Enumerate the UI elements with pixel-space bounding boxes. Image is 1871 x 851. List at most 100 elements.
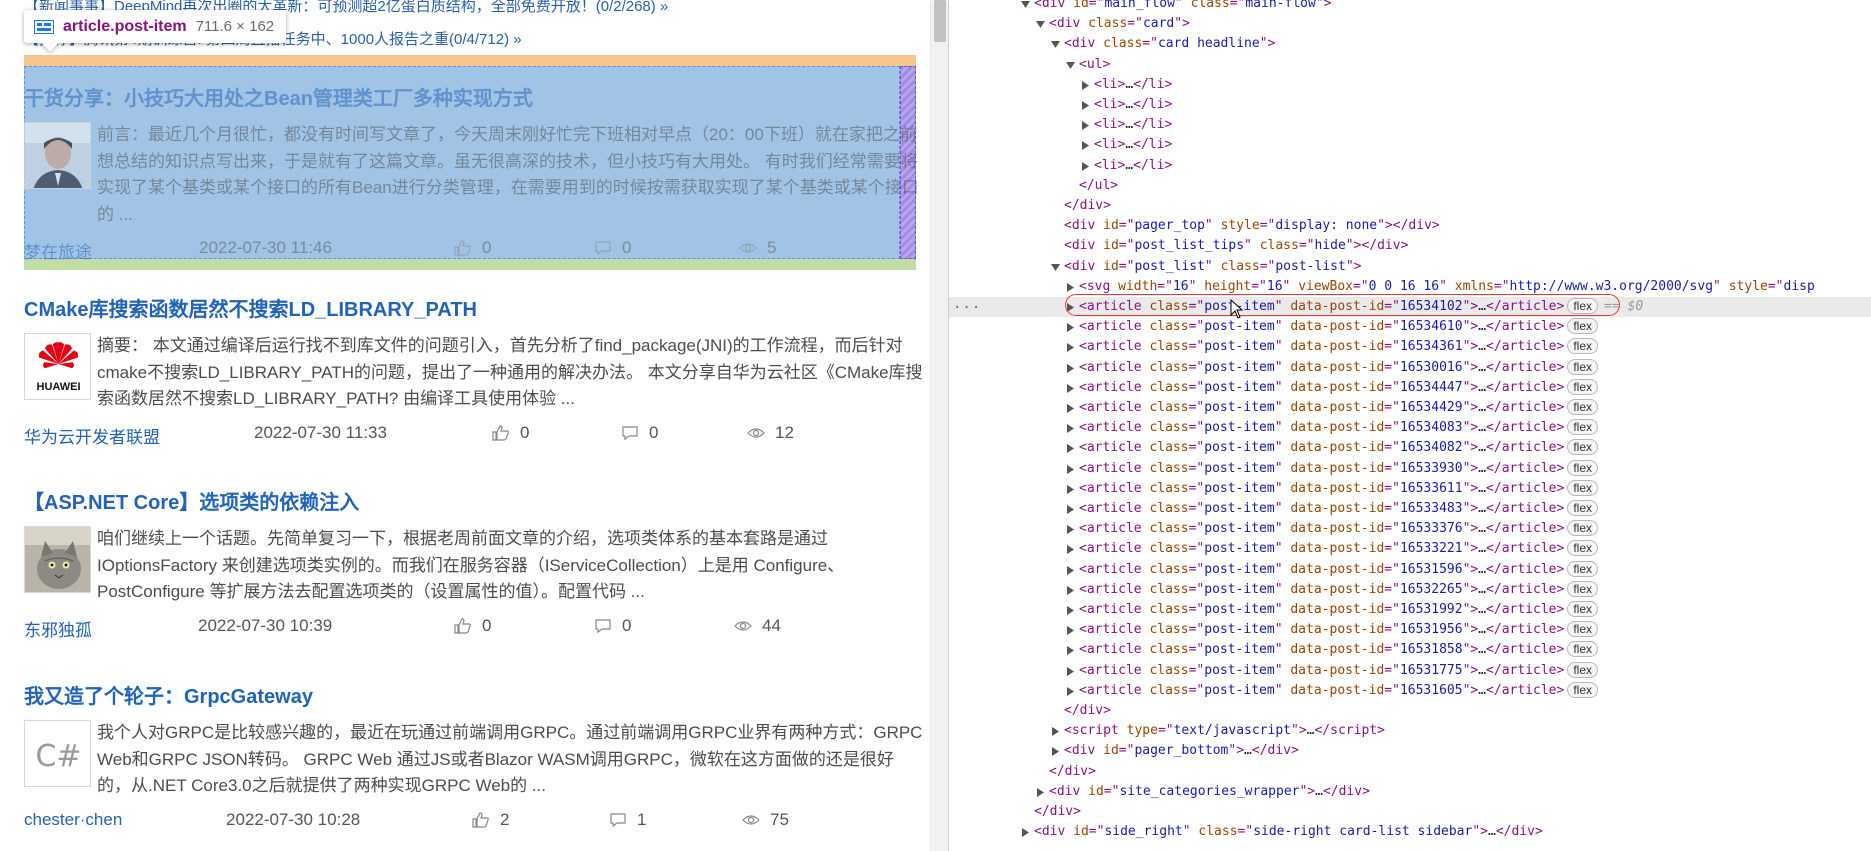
collapsed-triangle-icon[interactable] xyxy=(1066,686,1075,696)
collapsed-triangle-icon[interactable] xyxy=(1066,626,1075,636)
dom-node-line[interactable]: <div id="site_categories_wrapper">…</div… xyxy=(949,782,1871,802)
dom-node-line[interactable]: </div> xyxy=(949,802,1871,822)
dom-node-article[interactable]: <article class="post-item" data-post-id=… xyxy=(949,560,1871,580)
post-title[interactable]: 干货分享：小技巧大用处之Bean管理类工厂多种实现方式 xyxy=(24,86,924,112)
like-count[interactable]: 2 xyxy=(472,810,509,830)
dom-node-line[interactable]: <script type="text/javascript">…</script… xyxy=(949,721,1871,741)
dom-node-line[interactable]: <li>…</li> xyxy=(949,156,1871,176)
expanded-triangle-icon[interactable] xyxy=(1051,40,1060,49)
dom-node-article[interactable]: <article class="post-item" data-post-id=… xyxy=(949,378,1871,398)
dom-node-article[interactable]: <article class="post-item" data-post-id=… xyxy=(949,499,1871,519)
dom-node-article[interactable]: <article class="post-item" data-post-id=… xyxy=(949,539,1871,559)
flex-badge[interactable]: flex xyxy=(1567,439,1599,456)
flex-badge[interactable]: flex xyxy=(1567,520,1599,537)
post-author[interactable]: chester·chen xyxy=(24,810,122,830)
dom-node-article[interactable]: <article class="post-item" data-post-id=… xyxy=(949,519,1871,539)
collapsed-triangle-icon[interactable] xyxy=(1066,606,1075,615)
post-title[interactable]: 【ASP.NET Core】选项类的依赖注入 xyxy=(24,490,924,516)
flex-badge[interactable]: flex xyxy=(1567,399,1599,415)
collapsed-triangle-icon[interactable] xyxy=(1066,484,1075,494)
person-photo-icon[interactable] xyxy=(24,122,91,189)
dom-node-article[interactable]: <article class="post-item" data-post-id=… xyxy=(949,438,1871,458)
dom-node-line[interactable]: <div class="card headline"> xyxy=(949,34,1871,54)
comment-count[interactable]: 0 xyxy=(621,423,658,443)
collapsed-triangle-icon[interactable] xyxy=(1066,383,1075,393)
collapsed-triangle-icon[interactable] xyxy=(1066,464,1075,474)
collapsed-triangle-icon[interactable] xyxy=(1021,828,1030,838)
collapsed-triangle-icon[interactable] xyxy=(1036,787,1045,797)
expanded-triangle-icon[interactable] xyxy=(1051,263,1060,272)
dom-node-line[interactable]: <div id="post_list_tips" class="hide"></… xyxy=(949,236,1871,256)
collapsed-triangle-icon[interactable] xyxy=(1066,666,1075,676)
dom-node-line[interactable]: </div> xyxy=(949,701,1871,721)
flex-badge[interactable]: flex xyxy=(1567,459,1599,476)
post-author[interactable]: 东邪独孤 xyxy=(24,616,92,641)
dom-node-article[interactable]: <article class="post-item" data-post-id=… xyxy=(949,398,1871,418)
flex-badge[interactable]: flex xyxy=(1567,661,1599,678)
dom-node-article[interactable]: <article class="post-item" data-post-id=… xyxy=(949,600,1871,620)
dom-node-line[interactable]: <li>…</li> xyxy=(949,75,1871,95)
collapsed-triangle-icon[interactable] xyxy=(1066,565,1075,575)
like-count[interactable]: 0 xyxy=(454,238,491,258)
flex-badge[interactable]: flex xyxy=(1567,479,1599,496)
dom-node-line[interactable]: <div id="side_right" class="side-right c… xyxy=(949,822,1871,842)
flex-badge[interactable]: flex xyxy=(1567,641,1599,658)
collapsed-triangle-icon[interactable] xyxy=(1066,545,1075,555)
dom-node-article[interactable]: <article class="post-item" data-post-id=… xyxy=(949,358,1871,378)
flex-badge[interactable]: flex xyxy=(1567,358,1599,375)
dom-node-line[interactable]: <li>…</li> xyxy=(949,115,1871,135)
collapsed-triangle-icon[interactable] xyxy=(1081,121,1090,131)
flex-badge[interactable]: flex xyxy=(1567,681,1599,698)
collapsed-triangle-icon[interactable] xyxy=(1066,282,1075,292)
flex-badge[interactable]: flex xyxy=(1567,318,1599,335)
collapsed-triangle-icon[interactable] xyxy=(1051,727,1060,737)
like-count[interactable]: 0 xyxy=(492,423,529,443)
post-author[interactable]: 华为云开发者联盟 xyxy=(24,423,160,448)
dom-node-article[interactable]: <article class="post-item" data-post-id=… xyxy=(949,580,1871,600)
collapsed-triangle-icon[interactable] xyxy=(1066,363,1075,373)
collapsed-triangle-icon[interactable] xyxy=(1066,585,1075,595)
post-title[interactable]: 我又造了个轮子：GrpcGateway xyxy=(24,684,924,710)
expanded-triangle-icon[interactable] xyxy=(1036,20,1045,29)
expanded-triangle-icon[interactable] xyxy=(1021,0,1030,9)
collapsed-triangle-icon[interactable] xyxy=(1066,525,1075,535)
dom-node-article[interactable]: <article class="post-item" data-post-id=… xyxy=(949,479,1871,499)
dom-node-article[interactable]: <article class="post-item" data-post-id=… xyxy=(949,661,1871,681)
dom-node-line[interactable]: <div id="pager_top" style="display: none… xyxy=(949,216,1871,236)
collapsed-triangle-icon[interactable] xyxy=(1051,747,1060,757)
collapsed-triangle-icon[interactable] xyxy=(1081,161,1090,171)
comment-count[interactable]: 1 xyxy=(609,810,646,830)
cat-photo-icon[interactable] xyxy=(24,526,91,593)
collapsed-triangle-icon[interactable] xyxy=(1081,141,1090,151)
flex-badge[interactable]: flex xyxy=(1567,621,1599,638)
post-title[interactable]: CMake库搜索函数居然不搜索LD_LIBRARY_PATH xyxy=(24,297,924,323)
comment-count[interactable]: 0 xyxy=(594,238,631,258)
dom-node-line[interactable]: </div> xyxy=(949,762,1871,782)
dom-node-line[interactable]: </div> xyxy=(949,196,1871,216)
dom-node-article[interactable]: <article class="post-item" data-post-id=… xyxy=(949,418,1871,438)
flex-badge[interactable]: flex xyxy=(1567,540,1599,557)
dom-node-line[interactable]: <li>…</li> xyxy=(949,95,1871,115)
like-count[interactable]: 0 xyxy=(454,616,491,636)
flex-badge[interactable]: flex xyxy=(1567,419,1599,436)
dom-node-article[interactable]: <article class="post-item" data-post-id=… xyxy=(949,317,1871,337)
collapsed-triangle-icon[interactable] xyxy=(1066,505,1075,514)
flex-badge[interactable]: flex xyxy=(1567,560,1599,577)
gutter-more-dots[interactable]: ··· xyxy=(953,300,981,316)
collapsed-triangle-icon[interactable] xyxy=(1066,404,1075,413)
dom-node-line[interactable]: <li>…</li> xyxy=(949,135,1871,155)
dom-node-line[interactable]: <div id="pager_bottom">…</div> xyxy=(949,741,1871,761)
dom-node-line[interactable]: <div id="post_list" class="post-list"> xyxy=(949,257,1871,277)
dom-node-line[interactable]: </ul> xyxy=(949,176,1871,196)
csharp-logo-icon[interactable]: C# xyxy=(24,720,91,787)
flex-badge[interactable]: flex xyxy=(1567,338,1599,355)
dom-node-line[interactable]: <ul> xyxy=(949,55,1871,75)
comment-count[interactable]: 0 xyxy=(594,616,631,636)
dom-node-article[interactable]: <article class="post-item" data-post-id=… xyxy=(949,337,1871,357)
dom-node-article[interactable]: <article class="post-item" data-post-id=… xyxy=(949,459,1871,479)
post-author[interactable]: 梦在旅途 xyxy=(24,238,92,263)
flex-badge[interactable]: flex xyxy=(1567,601,1599,617)
expanded-triangle-icon[interactable] xyxy=(1066,61,1075,70)
collapsed-triangle-icon[interactable] xyxy=(1066,424,1075,434)
collapsed-triangle-icon[interactable] xyxy=(1066,323,1075,333)
